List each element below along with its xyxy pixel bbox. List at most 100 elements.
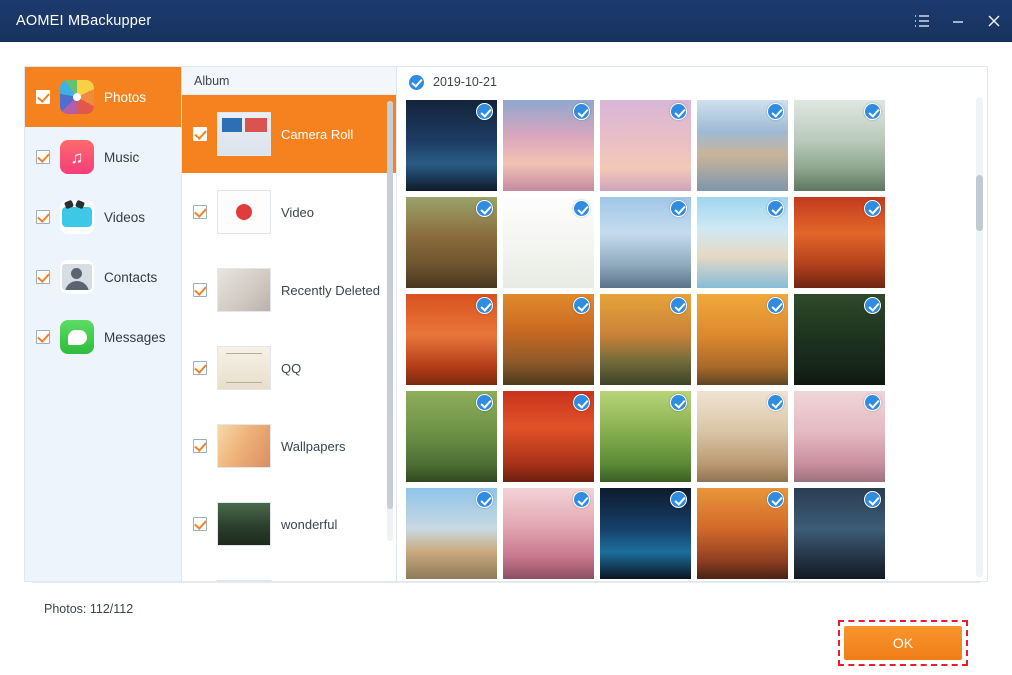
album-checkbox-qq[interactable] (193, 361, 207, 375)
album-checkbox-recently-deleted[interactable] (193, 283, 207, 297)
photo-checkbox[interactable] (864, 200, 881, 217)
photo-cell[interactable] (500, 485, 597, 581)
photo-cell[interactable] (597, 291, 694, 388)
sidebar-label-messages: Messages (104, 330, 166, 345)
photo-scrollbar[interactable] (976, 97, 983, 577)
photo-cell[interactable] (403, 388, 500, 485)
sidebar-item-messages[interactable]: Messages (25, 307, 181, 367)
photo-checkbox[interactable] (670, 394, 687, 411)
photo-cell[interactable] (791, 291, 888, 388)
photo-checkbox[interactable] (573, 103, 590, 120)
photo-checkbox[interactable] (476, 491, 493, 508)
photo-scrollbar-thumb[interactable] (976, 175, 983, 231)
sidebar-item-videos[interactable]: Videos (25, 187, 181, 247)
close-icon[interactable] (976, 0, 1012, 42)
ok-button[interactable]: OK (844, 626, 962, 660)
album-label-qq: QQ (281, 361, 301, 376)
videos-checkbox[interactable] (36, 210, 50, 224)
music-checkbox[interactable] (36, 150, 50, 164)
sidebar-label-photos: Photos (104, 90, 146, 105)
sidebar-item-photos[interactable]: Photos (25, 67, 181, 127)
sidebar-label-videos: Videos (104, 210, 145, 225)
album-checkbox-video[interactable] (193, 205, 207, 219)
photo-cell[interactable] (791, 97, 888, 194)
music-icon: ♫ (60, 140, 94, 174)
album-checkbox-wonderful[interactable] (193, 517, 207, 531)
menu-list-icon[interactable] (904, 0, 940, 42)
photo-checkbox[interactable] (476, 297, 493, 314)
photo-cell[interactable] (500, 97, 597, 194)
album-item-partial[interactable] (182, 563, 396, 581)
album-thumbnail (217, 268, 271, 312)
album-item-wallpapers[interactable]: Wallpapers (182, 407, 396, 485)
photo-checkbox[interactable] (670, 103, 687, 120)
album-label-wallpapers: Wallpapers (281, 439, 346, 454)
photo-cell[interactable] (403, 291, 500, 388)
photo-cell[interactable] (597, 194, 694, 291)
contacts-icon (60, 260, 94, 294)
album-thumbnail (217, 112, 271, 156)
photo-cell[interactable] (597, 485, 694, 581)
content-area: Photos ♫ Music Videos Contacts (0, 42, 1012, 675)
date-group-label: 2019-10-21 (433, 75, 497, 89)
photo-checkbox[interactable] (670, 297, 687, 314)
photo-cell[interactable] (403, 194, 500, 291)
photo-cell[interactable] (791, 485, 888, 581)
photo-checkbox[interactable] (864, 491, 881, 508)
album-item-wonderful[interactable]: wonderful (182, 485, 396, 563)
photo-date-group: 2019-10-21 (397, 67, 987, 97)
photo-checkbox[interactable] (573, 491, 590, 508)
photo-checkbox[interactable] (476, 103, 493, 120)
photo-cell[interactable] (500, 388, 597, 485)
photo-checkbox[interactable] (767, 103, 784, 120)
photo-checkbox[interactable] (767, 297, 784, 314)
contacts-checkbox[interactable] (36, 270, 50, 284)
photo-checkbox[interactable] (864, 103, 881, 120)
album-thumbnail (217, 346, 271, 390)
photo-checkbox[interactable] (767, 394, 784, 411)
sidebar-item-contacts[interactable]: Contacts (25, 247, 181, 307)
photo-checkbox[interactable] (573, 297, 590, 314)
photo-checkbox[interactable] (864, 394, 881, 411)
photo-checkbox[interactable] (864, 297, 881, 314)
album-item-video[interactable]: Video (182, 173, 396, 251)
photo-checkbox[interactable] (767, 200, 784, 217)
photo-cell[interactable] (694, 485, 791, 581)
photo-cell[interactable] (500, 194, 597, 291)
photo-checkbox[interactable] (476, 200, 493, 217)
minimize-icon[interactable] (940, 0, 976, 42)
photo-checkbox[interactable] (573, 200, 590, 217)
messages-checkbox[interactable] (36, 330, 50, 344)
photo-cell[interactable] (597, 97, 694, 194)
album-checkbox-wallpapers[interactable] (193, 439, 207, 453)
photo-cell[interactable] (791, 194, 888, 291)
album-item-camera-roll[interactable]: Camera Roll (182, 95, 396, 173)
date-group-checkbox[interactable] (409, 75, 424, 90)
photo-checkbox[interactable] (670, 491, 687, 508)
photo-checkbox[interactable] (476, 394, 493, 411)
album-label-recently-deleted: Recently Deleted (281, 283, 380, 298)
category-sidebar: Photos ♫ Music Videos Contacts (25, 67, 182, 581)
album-item-qq[interactable]: QQ (182, 329, 396, 407)
photo-checkbox[interactable] (767, 491, 784, 508)
photo-checkbox[interactable] (573, 394, 590, 411)
photo-cell[interactable] (694, 97, 791, 194)
photo-cell[interactable] (694, 291, 791, 388)
album-list: Camera Roll Video Recently Deleted (182, 95, 396, 581)
photos-checkbox[interactable] (36, 90, 50, 104)
photo-checkbox[interactable] (670, 200, 687, 217)
photo-cell[interactable] (597, 388, 694, 485)
album-item-recently-deleted[interactable]: Recently Deleted (182, 251, 396, 329)
album-scrollbar-thumb[interactable] (387, 101, 393, 509)
photo-cell[interactable] (403, 97, 500, 194)
photo-cell[interactable] (791, 388, 888, 485)
album-thumbnail (217, 502, 271, 546)
album-scrollbar[interactable] (387, 101, 393, 541)
photo-cell[interactable] (403, 485, 500, 581)
photo-cell[interactable] (500, 291, 597, 388)
album-checkbox-camera-roll[interactable] (193, 127, 207, 141)
photo-cell[interactable] (694, 194, 791, 291)
album-thumbnail (217, 190, 271, 234)
sidebar-item-music[interactable]: ♫ Music (25, 127, 181, 187)
photo-cell[interactable] (694, 388, 791, 485)
